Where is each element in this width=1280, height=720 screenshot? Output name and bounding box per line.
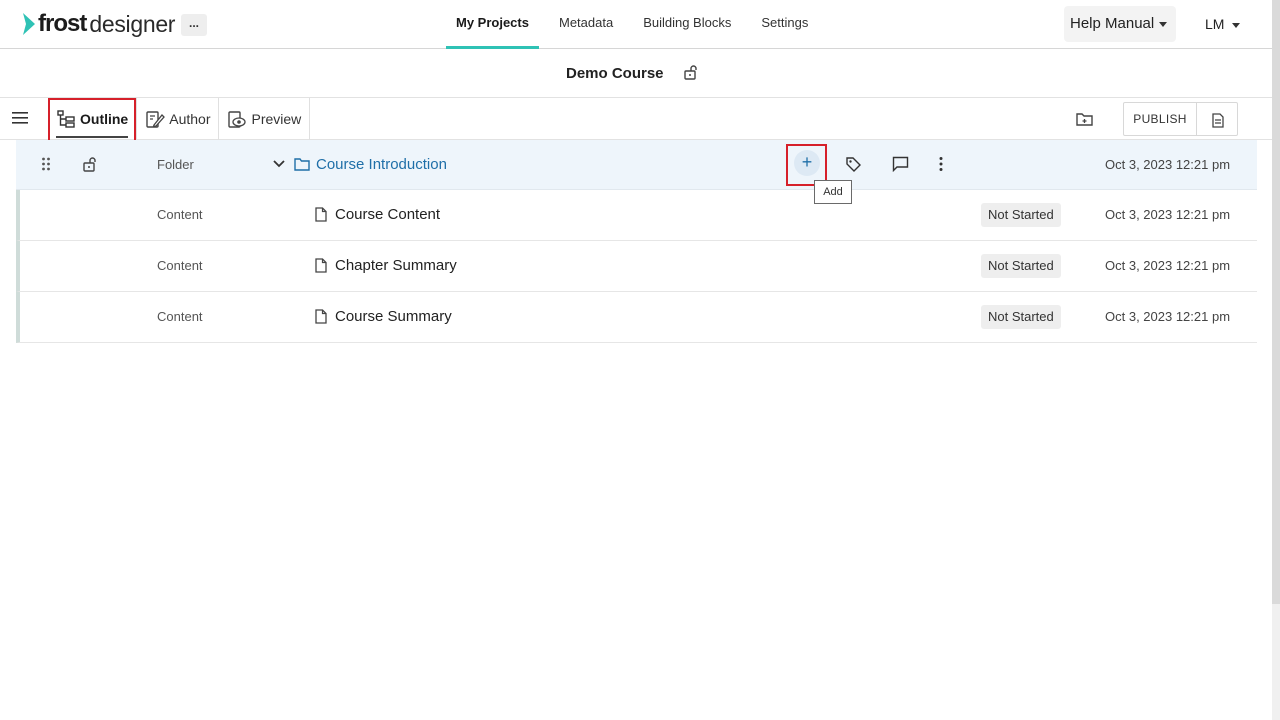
nav-my-projects[interactable]: My Projects (446, 0, 539, 49)
tab-author-label: Author (169, 111, 211, 127)
document-button[interactable] (1196, 102, 1238, 136)
chevron-down-icon (1232, 22, 1241, 28)
logo-frost-text: frost (38, 10, 87, 37)
nav-settings[interactable]: Settings (751, 0, 818, 49)
top-navigation-bar: frost designer ... My Projects Metadata … (0, 0, 1272, 49)
nav-building-blocks[interactable]: Building Blocks (633, 0, 741, 49)
folder-name-link[interactable]: Course Introduction (316, 156, 447, 173)
folder-icon (294, 158, 310, 171)
scrollbar-thumb[interactable] (1272, 0, 1280, 604)
user-menu[interactable]: LM (1205, 6, 1241, 42)
row-type: Content (157, 207, 203, 222)
row-date: Oct 3, 2023 12:21 pm (1105, 157, 1231, 172)
status-badge: Not Started (981, 254, 1061, 278)
frost-chevron-logo-icon (23, 13, 35, 35)
outline-tab-highlight (48, 98, 136, 143)
status-badge: Not Started (981, 305, 1061, 329)
editor-toolbar: Outline Author Preview (0, 98, 1272, 140)
preview-eye-icon (228, 111, 247, 128)
folder-add-icon[interactable] (1076, 111, 1094, 127)
content-item-name[interactable]: Course Summary (335, 308, 452, 325)
logo-designer-text: designer (89, 10, 176, 37)
tab-preview-label: Preview (251, 111, 302, 127)
nav-metadata[interactable]: Metadata (549, 0, 623, 49)
document-icon (315, 258, 327, 273)
row-date: Oct 3, 2023 12:21 pm (1105, 258, 1231, 273)
content-row[interactable]: Content Chapter Summary Not Started Oct … (16, 241, 1257, 292)
row-type: Content (157, 309, 203, 324)
frost-designer-logo[interactable]: frost designer (22, 10, 176, 37)
tab-preview[interactable]: Preview (219, 98, 311, 140)
help-manual-label: Help Manual (1070, 15, 1155, 32)
chevron-down-icon (1159, 21, 1168, 27)
row-type: Folder (157, 157, 194, 172)
folder-row[interactable]: Folder Course Introduction + Oct 3, 2023… (16, 140, 1257, 190)
main-nav: My Projects Metadata Building Blocks Set… (446, 0, 828, 49)
author-edit-icon (146, 111, 166, 128)
row-date: Oct 3, 2023 12:21 pm (1105, 309, 1231, 324)
course-title: Demo Course (566, 65, 664, 82)
row-date: Oct 3, 2023 12:21 pm (1105, 207, 1231, 222)
help-manual-dropdown[interactable]: Help Manual (1064, 6, 1176, 42)
hamburger-menu-icon[interactable] (12, 111, 28, 125)
content-row[interactable]: Content Course Summary Not Started Oct 3… (16, 292, 1257, 343)
unlock-icon[interactable] (82, 156, 98, 172)
drag-handle-icon[interactable] (41, 157, 51, 171)
document-icon (315, 309, 327, 324)
chevron-down-icon[interactable] (273, 160, 285, 168)
tab-author[interactable]: Author (137, 98, 220, 140)
status-badge: Not Started (981, 203, 1061, 227)
content-row[interactable]: Content Course Content Not Started Oct 3… (16, 190, 1257, 241)
tag-icon[interactable] (845, 156, 861, 172)
publish-button[interactable]: PUBLISH (1123, 102, 1197, 136)
course-title-bar: Demo Course (0, 49, 1272, 98)
content-item-name[interactable]: Chapter Summary (335, 257, 457, 274)
unlock-icon[interactable] (683, 64, 699, 80)
document-icon (315, 207, 327, 222)
content-item-name[interactable]: Course Content (335, 206, 440, 223)
comment-icon[interactable] (892, 156, 909, 172)
user-initials: LM (1205, 16, 1225, 32)
row-type: Content (157, 258, 203, 273)
document-icon (1212, 113, 1224, 128)
more-options-button[interactable]: ... (181, 14, 207, 36)
kebab-menu-icon[interactable] (938, 156, 944, 172)
